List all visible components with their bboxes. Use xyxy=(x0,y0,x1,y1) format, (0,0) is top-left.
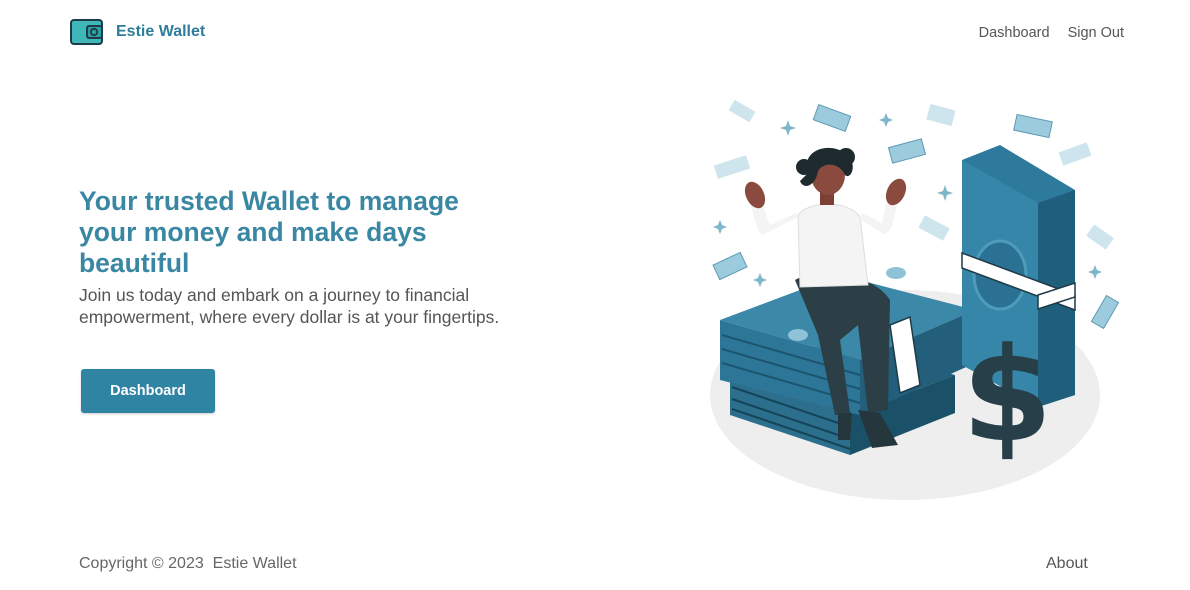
hero-subtitle: Join us today and embark on a journey to… xyxy=(79,285,500,327)
nav-dashboard-link[interactable]: Dashboard xyxy=(979,25,1050,41)
top-nav: Dashboard Sign Out xyxy=(979,25,1124,41)
svg-text:$: $ xyxy=(962,319,1052,471)
copyright-text: Copyright © 2023 Estie Wallet xyxy=(79,555,297,572)
about-link[interactable]: About xyxy=(1046,555,1088,573)
hero-title: Your trusted Wallet to manage your money… xyxy=(79,186,459,278)
hero-section: Your trusted Wallet to manage your money… xyxy=(79,186,519,328)
woman-sitting-on-money-illustration: $ xyxy=(710,99,1120,500)
wallet-logo-icon xyxy=(70,19,103,45)
brand-name: Estie Wallet xyxy=(116,23,206,40)
brand[interactable]: Estie Wallet xyxy=(70,18,205,46)
dashboard-button[interactable]: Dashboard xyxy=(81,369,215,413)
nav-sign-out-link[interactable]: Sign Out xyxy=(1068,25,1124,41)
